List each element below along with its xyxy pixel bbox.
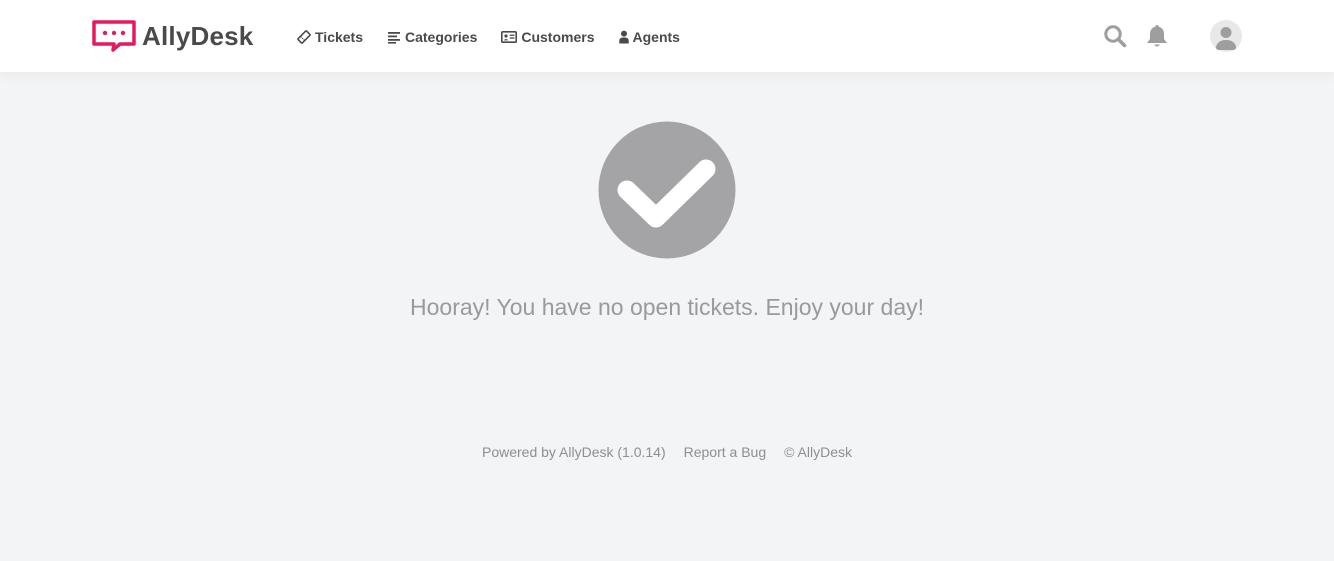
chat-bubble-logo-icon bbox=[92, 20, 136, 52]
header-actions bbox=[1102, 19, 1242, 53]
nav-customers-label: Customers bbox=[521, 29, 595, 45]
main-content: Hooray! You have no open tickets. Enjoy … bbox=[0, 72, 1334, 561]
nav-customers[interactable]: Customers bbox=[501, 29, 595, 45]
notifications-button[interactable] bbox=[1144, 23, 1170, 49]
nav-agents[interactable]: Agents bbox=[618, 29, 680, 45]
top-navbar: AllyDesk Tickets Categories Customers Ag… bbox=[0, 0, 1334, 72]
search-button[interactable] bbox=[1102, 23, 1128, 49]
id-card-icon bbox=[501, 30, 518, 43]
brand-logo-link[interactable]: AllyDesk bbox=[92, 20, 253, 52]
nav-tickets-label: Tickets bbox=[315, 29, 363, 45]
copyright-text: © AllyDesk bbox=[784, 444, 853, 460]
bell-icon bbox=[1147, 25, 1167, 47]
report-bug-link[interactable]: Report a Bug bbox=[684, 444, 767, 460]
list-icon bbox=[388, 32, 400, 44]
empty-state-message: Hooray! You have no open tickets. Enjoy … bbox=[410, 294, 924, 320]
ticket-icon bbox=[297, 30, 311, 44]
powered-by-text: Powered by AllyDesk (1.0.14) bbox=[481, 444, 666, 460]
nav-agents-label: Agents bbox=[632, 29, 680, 45]
user-avatar-icon bbox=[1215, 27, 1237, 50]
main-nav: Tickets Categories Customers Agents bbox=[297, 27, 704, 47]
user-icon bbox=[618, 30, 629, 44]
search-icon bbox=[1104, 25, 1127, 48]
nav-categories-label: Categories bbox=[405, 29, 478, 45]
page: AllyDesk Tickets Categories Customers Ag… bbox=[0, 0, 1334, 561]
footer: Powered by AllyDesk (1.0.14) Report a Bu… bbox=[0, 444, 1334, 460]
user-avatar-button[interactable] bbox=[1210, 20, 1242, 52]
nav-categories[interactable]: Categories bbox=[387, 29, 477, 45]
check-circle-icon bbox=[598, 121, 736, 259]
brand-name: AllyDesk bbox=[142, 21, 254, 51]
nav-tickets[interactable]: Tickets bbox=[297, 29, 363, 45]
